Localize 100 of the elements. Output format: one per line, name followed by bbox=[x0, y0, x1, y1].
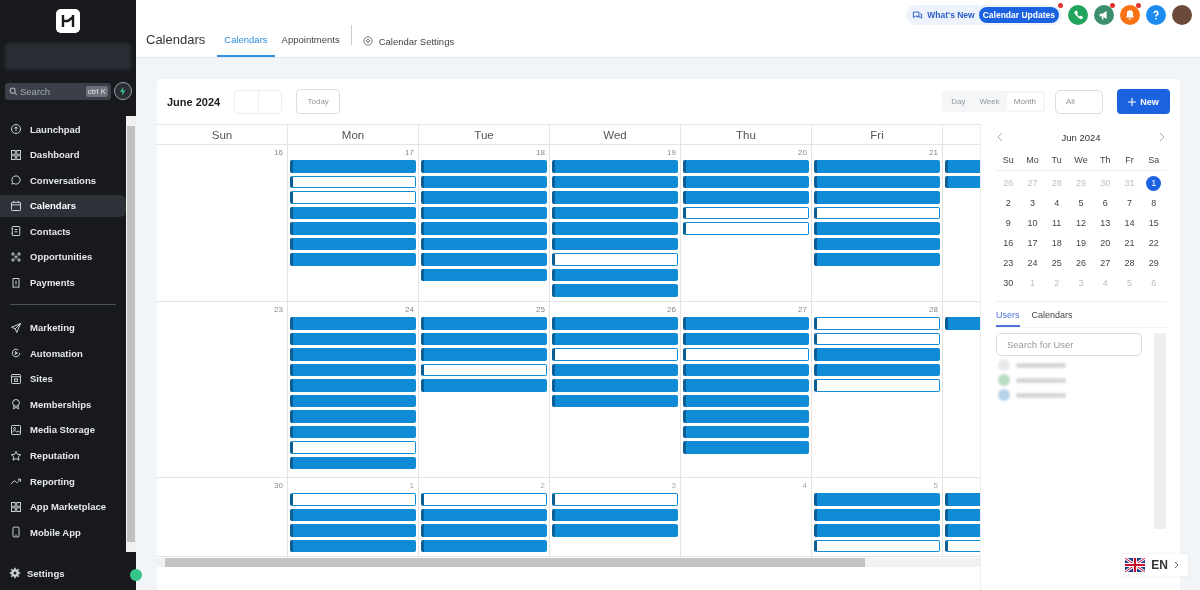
event-chip[interactable] bbox=[290, 206, 416, 219]
date-cell[interactable]: 11 bbox=[1052, 218, 1062, 228]
day-cell[interactable]: 20 bbox=[681, 145, 812, 302]
event-chip[interactable] bbox=[290, 363, 416, 376]
scrollbar[interactable] bbox=[157, 558, 980, 567]
day-cell[interactable]: 23 bbox=[157, 302, 288, 478]
updates-badge[interactable]: Calendar Updates bbox=[978, 7, 1059, 23]
event-chip[interactable] bbox=[290, 539, 416, 552]
date-cell[interactable]: 16 bbox=[1003, 238, 1014, 248]
sidebar-item[interactable]: App Marketplace bbox=[0, 495, 126, 518]
event-chip[interactable] bbox=[683, 175, 809, 188]
date-cell[interactable]: 21 bbox=[1124, 238, 1135, 248]
day-cell[interactable]: 25 bbox=[419, 302, 550, 478]
sidebar-item[interactable]: Dashboard bbox=[0, 143, 126, 166]
day-cell[interactable]: 28 bbox=[812, 302, 943, 478]
day-cell[interactable]: 27 bbox=[681, 302, 812, 478]
language-switcher[interactable]: EN bbox=[1121, 554, 1188, 576]
event-chip[interactable] bbox=[552, 206, 678, 219]
event-chip[interactable] bbox=[421, 268, 547, 281]
tab[interactable]: Calendars bbox=[1031, 310, 1073, 327]
day-cell[interactable]: 30 bbox=[157, 478, 288, 557]
date-cell[interactable]: 15 bbox=[1148, 218, 1159, 228]
event-chip[interactable] bbox=[552, 175, 678, 188]
event-chip[interactable] bbox=[290, 493, 416, 506]
date-cell[interactable]: 29 bbox=[1148, 258, 1159, 268]
date-cell[interactable]: 12 bbox=[1076, 218, 1086, 228]
day-cell[interactable]: 21 bbox=[812, 145, 943, 302]
view-switcher[interactable]: Day Week Month bbox=[942, 91, 1045, 112]
date-cell[interactable]: 8 bbox=[1151, 198, 1157, 208]
date-cell[interactable]: 26 bbox=[1076, 258, 1086, 268]
event-chip[interactable] bbox=[814, 332, 940, 345]
event-chip[interactable] bbox=[814, 206, 940, 219]
event-chip[interactable] bbox=[421, 508, 547, 521]
date-cell[interactable]: 1 bbox=[1146, 175, 1162, 191]
event-chip[interactable] bbox=[683, 332, 809, 345]
event-chip[interactable] bbox=[552, 508, 678, 521]
sidebar-item[interactable]: Reporting bbox=[0, 470, 126, 493]
date-cell[interactable]: 9 bbox=[1005, 218, 1011, 228]
event-chip[interactable] bbox=[683, 363, 809, 376]
event-chip[interactable] bbox=[814, 175, 940, 188]
event-chip[interactable] bbox=[421, 175, 547, 188]
event-chip[interactable] bbox=[683, 394, 809, 407]
date-cell[interactable]: 27 bbox=[1100, 258, 1111, 268]
day-cell[interactable]: 17 bbox=[288, 145, 419, 302]
event-chip[interactable] bbox=[683, 348, 809, 361]
event-chip[interactable] bbox=[552, 363, 678, 376]
event-chip[interactable] bbox=[290, 191, 416, 204]
sidebar-item[interactable]: Marketing bbox=[0, 316, 126, 339]
tab[interactable]: Calendars bbox=[217, 34, 275, 57]
day-cell[interactable]: 19 bbox=[550, 145, 681, 302]
event-chip[interactable] bbox=[421, 363, 547, 376]
next-icon[interactable] bbox=[1158, 132, 1166, 142]
date-cell[interactable]: 13 bbox=[1100, 218, 1111, 228]
header-action-button[interactable] bbox=[1146, 5, 1166, 25]
day-cell[interactable]: 24 bbox=[288, 302, 419, 478]
event-chip[interactable] bbox=[814, 317, 940, 330]
day-cell[interactable]: 16 bbox=[157, 145, 288, 302]
app-logo[interactable] bbox=[56, 9, 80, 33]
event-chip[interactable] bbox=[814, 539, 940, 552]
event-chip[interactable] bbox=[290, 508, 416, 521]
header-action-button[interactable] bbox=[1094, 5, 1114, 25]
sidebar-item[interactable]: Launchpad bbox=[0, 118, 126, 140]
date-cell[interactable]: 20 bbox=[1100, 238, 1111, 248]
event-chip[interactable] bbox=[814, 237, 940, 250]
sidebar-item[interactable]: Contacts bbox=[0, 220, 126, 243]
event-chip[interactable] bbox=[683, 206, 809, 219]
event-chip[interactable] bbox=[683, 425, 809, 438]
collapse-button[interactable] bbox=[130, 569, 142, 581]
date-cell[interactable]: 24 bbox=[1027, 258, 1038, 268]
date-cell[interactable]: 19 bbox=[1076, 238, 1086, 248]
sidebar-item[interactable]: Reputation bbox=[0, 444, 126, 467]
date-cell[interactable]: 7 bbox=[1127, 198, 1133, 208]
date-cell[interactable]: 17 bbox=[1027, 238, 1038, 248]
date-cell[interactable]: 30 bbox=[1003, 278, 1014, 288]
sidebar-item[interactable]: Media Storage bbox=[0, 418, 126, 441]
event-chip[interactable] bbox=[290, 456, 416, 469]
view-tab[interactable]: Month bbox=[1006, 93, 1043, 110]
event-chip[interactable] bbox=[552, 253, 678, 266]
date-cell[interactable]: 4 bbox=[1054, 198, 1060, 208]
quick-action-button[interactable] bbox=[114, 82, 132, 100]
new-button[interactable]: New bbox=[1117, 89, 1170, 114]
sidebar-item[interactable]: Automation bbox=[0, 342, 126, 365]
calendar-settings-link[interactable]: Calendar Settings bbox=[361, 35, 455, 57]
day-cell[interactable]: 26 bbox=[550, 302, 681, 478]
user-search-field[interactable]: Search for User bbox=[996, 333, 1142, 356]
sidebar-item[interactable]: Payments bbox=[0, 271, 126, 294]
event-chip[interactable] bbox=[552, 348, 678, 361]
tab[interactable]: Appointments bbox=[274, 34, 347, 57]
sidebar-item[interactable]: Memberships bbox=[0, 393, 126, 416]
event-chip[interactable] bbox=[814, 508, 940, 521]
sidebar-item[interactable]: Calendars bbox=[0, 194, 126, 217]
tab[interactable]: Users bbox=[996, 310, 1020, 327]
date-cell[interactable]: 10 bbox=[1027, 218, 1038, 228]
date-cell[interactable]: 6 bbox=[1102, 198, 1108, 208]
header-action-button[interactable] bbox=[1068, 5, 1088, 25]
event-chip[interactable] bbox=[683, 222, 809, 235]
event-chip[interactable] bbox=[552, 268, 678, 281]
settings-link[interactable]: Settings bbox=[0, 567, 65, 579]
date-cell[interactable]: 5 bbox=[1078, 198, 1084, 208]
event-chip[interactable] bbox=[421, 332, 547, 345]
